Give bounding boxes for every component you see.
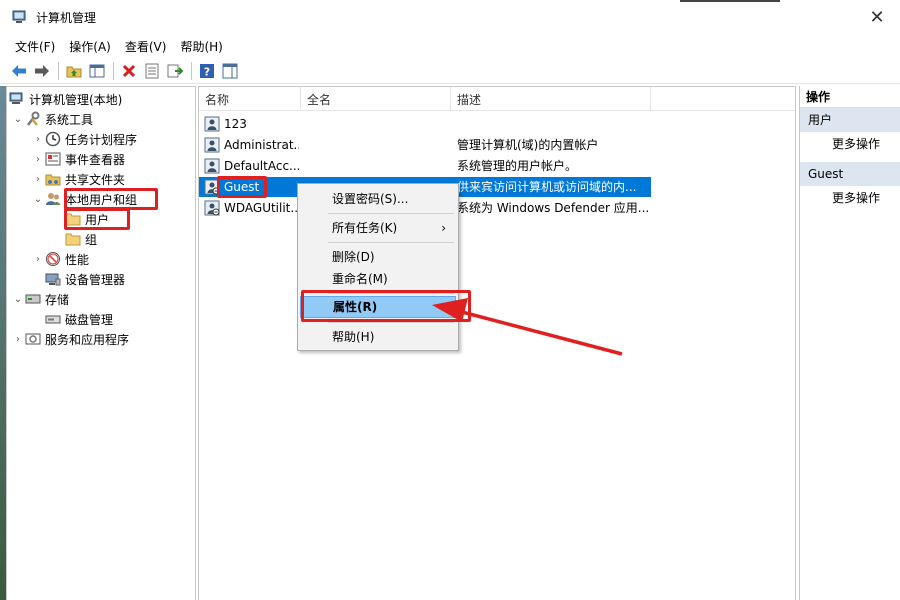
toolbar-separator — [113, 61, 114, 80]
computer-icon — [9, 91, 25, 107]
properties-icon[interactable] — [141, 60, 163, 82]
chevron-right-icon[interactable]: › — [31, 134, 45, 145]
export-icon[interactable] — [164, 60, 186, 82]
tree-item-storage[interactable]: ⌄ 存储 — [11, 289, 69, 309]
delete-icon[interactable] — [118, 60, 140, 82]
chevron-down-icon[interactable]: ⌄ — [11, 114, 25, 125]
list-header: 名称 全名 描述 — [199, 87, 795, 111]
menu-action[interactable]: 操作(A) — [62, 37, 118, 57]
menu-separator — [328, 242, 454, 243]
table-row-selected[interactable]: Guest 供来宾访问计算机或访问域的内... — [199, 177, 795, 197]
toolbar-separator — [191, 61, 192, 80]
forward-icon[interactable] — [31, 60, 53, 82]
disabled-user-icon — [204, 179, 220, 195]
column-fullname[interactable]: 全名 — [301, 87, 451, 111]
menu-item-help[interactable]: 帮助(H) — [300, 326, 456, 348]
menu-separator — [328, 322, 454, 323]
clock-icon — [45, 131, 61, 147]
services-icon — [25, 331, 41, 347]
toolbar-separator — [58, 61, 59, 80]
actions-pane: 操作 用户 更多操作 Guest 更多操作 — [799, 86, 900, 600]
view-icon[interactable] — [219, 60, 241, 82]
user-icon — [204, 158, 220, 174]
table-row[interactable]: Administrat... 管理计算机(域)的内置帐户 — [199, 135, 795, 155]
event-viewer-icon — [45, 151, 61, 167]
storage-icon — [25, 291, 41, 307]
menu-item-delete[interactable]: 删除(D) — [300, 246, 456, 268]
disabled-user-icon — [204, 200, 220, 216]
user-icon — [204, 137, 220, 153]
tree-item-device-manager[interactable]: 设备管理器 — [45, 269, 125, 289]
console-tree: 计算机管理(本地) ⌄ 系统工具 › 任务计划程序 › 事件查看器 › 共享文件… — [6, 86, 196, 600]
show-hide-tree-icon[interactable] — [86, 60, 108, 82]
device-manager-icon — [45, 271, 61, 287]
tree-item-shared-folders[interactable]: › 共享文件夹 — [31, 169, 125, 189]
help-icon[interactable]: ? — [196, 60, 218, 82]
user-list: 名称 全名 描述 123 Administrat... 管理计算机(域)的内置帐… — [198, 86, 796, 600]
users-group-icon — [45, 191, 61, 207]
window-title: 计算机管理 — [36, 10, 97, 25]
tools-icon — [25, 111, 41, 127]
more-actions-users[interactable]: 更多操作 — [800, 132, 900, 156]
performance-icon — [45, 251, 61, 267]
tree-item-performance[interactable]: › 性能 — [31, 249, 89, 269]
chevron-down-icon[interactable]: ⌄ — [11, 294, 25, 305]
more-actions-guest[interactable]: 更多操作 — [800, 186, 900, 210]
menu-item-rename[interactable]: 重命名(M) — [300, 268, 456, 290]
menu-item-set-password[interactable]: 设置密码(S)... — [300, 188, 456, 210]
back-icon[interactable] — [8, 60, 30, 82]
menu-bar: 文件(F) 操作(A) 查看(V) 帮助(H) — [0, 36, 900, 58]
menu-help[interactable]: 帮助(H) — [173, 37, 229, 57]
menu-file[interactable]: 文件(F) — [8, 37, 62, 57]
svg-text:?: ? — [204, 65, 210, 78]
tree-item-system-tools[interactable]: ⌄ 系统工具 — [11, 109, 93, 129]
chevron-right-icon[interactable]: › — [31, 154, 45, 165]
user-icon — [204, 116, 220, 132]
table-row[interactable]: WDAGUtilit... 系统为 Windows Defender 应用... — [199, 198, 795, 218]
column-description[interactable]: 描述 — [451, 87, 651, 111]
toolbar: ? — [0, 58, 900, 84]
menu-item-properties[interactable]: 属性(R) — [300, 296, 456, 318]
submenu-arrow-icon: › — [441, 221, 446, 235]
background-window-edge — [680, 0, 780, 2]
computer-management-icon — [12, 10, 26, 23]
chevron-right-icon[interactable]: › — [31, 174, 45, 185]
tree-item-local-users-groups[interactable]: ⌄ 本地用户和组 — [31, 189, 137, 209]
context-menu: 设置密码(S)... 所有任务(K) › 删除(D) 重命名(M) 属性(R) … — [297, 183, 459, 351]
chevron-right-icon[interactable]: › — [31, 254, 45, 265]
tree-item-task-scheduler[interactable]: › 任务计划程序 — [31, 129, 137, 149]
folder-icon — [65, 231, 81, 247]
tree-item-root[interactable]: 计算机管理(本地) — [9, 89, 122, 109]
table-row[interactable]: 123 — [199, 114, 795, 134]
shared-folder-icon — [45, 171, 61, 187]
close-icon[interactable]: ✕ — [854, 0, 900, 34]
up-folder-icon[interactable] — [63, 60, 85, 82]
table-row[interactable]: DefaultAcc... 系统管理的用户帐户。 — [199, 156, 795, 176]
tree-item-event-viewer[interactable]: › 事件查看器 — [31, 149, 125, 169]
disk-icon — [45, 311, 61, 327]
menu-item-all-tasks-label: 所有任务(K) — [332, 221, 398, 235]
chevron-right-icon[interactable]: › — [11, 334, 25, 345]
tree-item-users[interactable]: 用户 — [65, 209, 109, 229]
title-bar: 计算机管理 ✕ — [0, 0, 900, 34]
actions-section-users[interactable]: 用户 — [800, 108, 900, 132]
menu-separator — [328, 213, 454, 214]
actions-section-guest[interactable]: Guest — [800, 162, 900, 186]
column-name[interactable]: 名称 — [199, 87, 301, 111]
chevron-down-icon[interactable]: ⌄ — [31, 194, 45, 205]
folder-icon — [65, 211, 81, 227]
actions-header: 操作 — [800, 86, 900, 108]
tree-item-disk-management[interactable]: 磁盘管理 — [45, 309, 113, 329]
tree-item-groups[interactable]: 组 — [65, 229, 97, 249]
menu-separator — [328, 293, 454, 294]
tree-item-services-apps[interactable]: › 服务和应用程序 — [11, 329, 129, 349]
menu-view[interactable]: 查看(V) — [118, 37, 174, 57]
menu-item-all-tasks[interactable]: 所有任务(K) › — [300, 217, 456, 239]
